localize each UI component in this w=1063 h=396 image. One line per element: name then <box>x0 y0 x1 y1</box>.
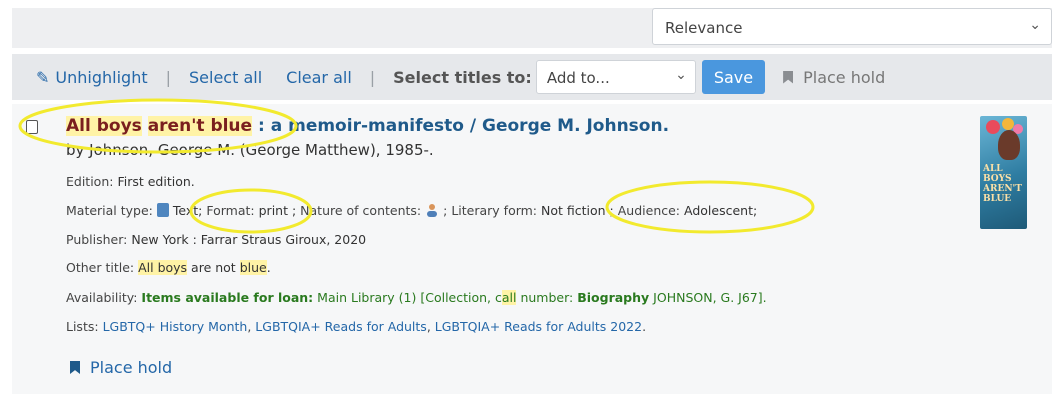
bookmark-icon <box>783 70 794 84</box>
add-to-select-value: Add to... <box>546 69 610 87</box>
material-value: Text; <box>172 203 203 218</box>
list-link[interactable]: LGBTQIA+ Reads for Adults 2022 <box>435 319 642 334</box>
list-link[interactable]: LGBTQIA+ Reads for Adults <box>255 319 427 334</box>
place-hold-toolbar-button[interactable]: Place hold <box>783 68 885 87</box>
place-hold-link[interactable]: Place hold <box>70 358 172 377</box>
format-label: Format: <box>206 203 255 218</box>
title-space <box>142 116 148 136</box>
results-toolbar: ✎ Unhighlight | Select all Clear all | S… <box>12 54 1052 100</box>
chevron-down-icon: ⌄ <box>1029 17 1041 33</box>
list-end: . <box>642 319 647 334</box>
availability-line: Availability: Items available for loan: … <box>66 290 767 305</box>
other-title-mid: are not <box>187 260 240 275</box>
availability-num-label: number: <box>516 290 574 305</box>
title-highlight: All boys <box>66 116 142 136</box>
audience-value: Adolescent; <box>684 203 758 218</box>
add-to-select[interactable]: Add to... ⌄ <box>535 60 696 94</box>
select-all-link[interactable]: Select all <box>189 68 262 87</box>
place-hold-label: Place hold <box>90 358 173 377</box>
list-separator: , <box>426 319 435 334</box>
header-cutoff <box>0 0 1063 8</box>
nature-label: Nature of contents: <box>300 203 422 218</box>
result-checkbox[interactable] <box>26 120 38 134</box>
result-title-link[interactable]: All boys aren't blue : a memoir-manifest… <box>66 116 669 136</box>
publisher-label: Publisher: <box>66 232 128 247</box>
other-title-highlight: All boys <box>138 260 188 275</box>
book-icon <box>156 203 169 217</box>
availability-library: Main Library (1) [Collection, c <box>317 290 502 305</box>
title-highlight: aren't blue <box>147 116 253 136</box>
literary-label: ; Literary form: <box>443 203 538 218</box>
format-value: print ; <box>258 203 297 218</box>
bookmark-icon <box>70 361 80 374</box>
clear-all-link[interactable]: Clear all <box>286 68 352 87</box>
edition-label: Edition: <box>66 174 114 189</box>
other-title-highlight: blue <box>239 260 267 275</box>
lists-line: Lists: LGBTQ+ History Month, LGBTQIA+ Re… <box>66 319 646 334</box>
toolbar-separator: | <box>369 67 376 87</box>
result-author: by Johnson, George M. (George Matthew), … <box>66 141 434 159</box>
publisher-line: Publisher: New York : Farrar Straus Giro… <box>66 232 366 247</box>
availability-label: Availability: <box>66 290 138 305</box>
availability-status: Items available for loan: <box>141 290 314 305</box>
availability-highlight: all <box>501 290 517 305</box>
availability-call-number: JOHNSON, G. J67]. <box>653 290 767 305</box>
publisher-value: New York : Farrar Straus Giroux, 2020 <box>131 232 367 247</box>
literary-value: Not fiction ; <box>541 203 614 218</box>
pencil-icon: ✎ <box>36 67 50 87</box>
sort-select[interactable]: Relevance ⌄ <box>652 8 1052 45</box>
select-titles-label: Select titles to: <box>393 67 532 87</box>
other-title-end: . <box>266 260 271 275</box>
person-icon <box>427 204 438 217</box>
edition-value: First edition. <box>117 174 195 189</box>
sort-bar: Relevance ⌄ <box>12 8 1052 48</box>
save-button[interactable]: Save <box>701 60 766 94</box>
edition-line: Edition: First edition. <box>66 174 195 189</box>
availability-collection: Biography <box>577 290 650 305</box>
search-result: All boys aren't blue : a memoir-manifest… <box>12 104 1052 394</box>
audience-label: Audience: <box>617 203 681 218</box>
chevron-down-icon: ⌄ <box>675 67 687 83</box>
lists-label: Lists: <box>66 319 99 334</box>
material-line: Material type: Text; Format: print ; Natu… <box>66 203 757 218</box>
unhighlight-link[interactable]: Unhighlight <box>55 68 147 87</box>
book-cover-title: ALL BOYS AREN'T BLUE <box>983 164 1023 204</box>
toolbar-separator: | <box>165 67 171 87</box>
place-hold-toolbar-label: Place hold <box>803 67 886 87</box>
list-link[interactable]: LGBTQ+ History Month <box>103 319 248 334</box>
material-label: Material type: <box>66 203 153 218</box>
other-title-label: Other title: <box>66 260 135 275</box>
other-title-line: Other title: All boys are not blue. <box>66 260 271 275</box>
book-cover-image[interactable]: ALL BOYS AREN'T BLUE <box>980 116 1027 229</box>
title-rest: : a memoir-manifesto / George M. Johnson… <box>252 116 670 136</box>
sort-select-value: Relevance <box>665 19 743 37</box>
